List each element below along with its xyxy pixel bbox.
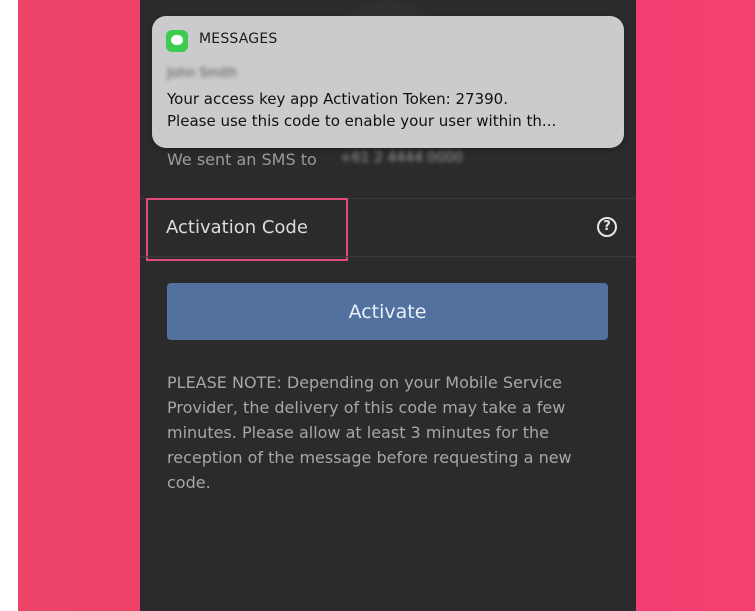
messages-app-icon — [166, 30, 188, 52]
notification-app-name: MESSAGES — [199, 31, 278, 47]
screenshot-stage: MESSAGES John Smith Your access key app … — [0, 0, 755, 611]
notification-body: Your access key app Activation Token: 27… — [167, 90, 557, 130]
field-divider-bottom — [140, 256, 636, 257]
question-circle-icon[interactable]: ? — [597, 217, 617, 237]
activate-button[interactable]: Activate — [167, 283, 608, 340]
sms-sent-label: We sent an SMS to — [167, 150, 317, 169]
notification-sender: John Smith — [167, 66, 238, 81]
activation-code-input[interactable] — [146, 198, 576, 256]
sms-phone-number: +61 2 4444 0000 — [340, 150, 464, 166]
delivery-note: PLEASE NOTE: Depending on your Mobile Se… — [167, 373, 572, 492]
